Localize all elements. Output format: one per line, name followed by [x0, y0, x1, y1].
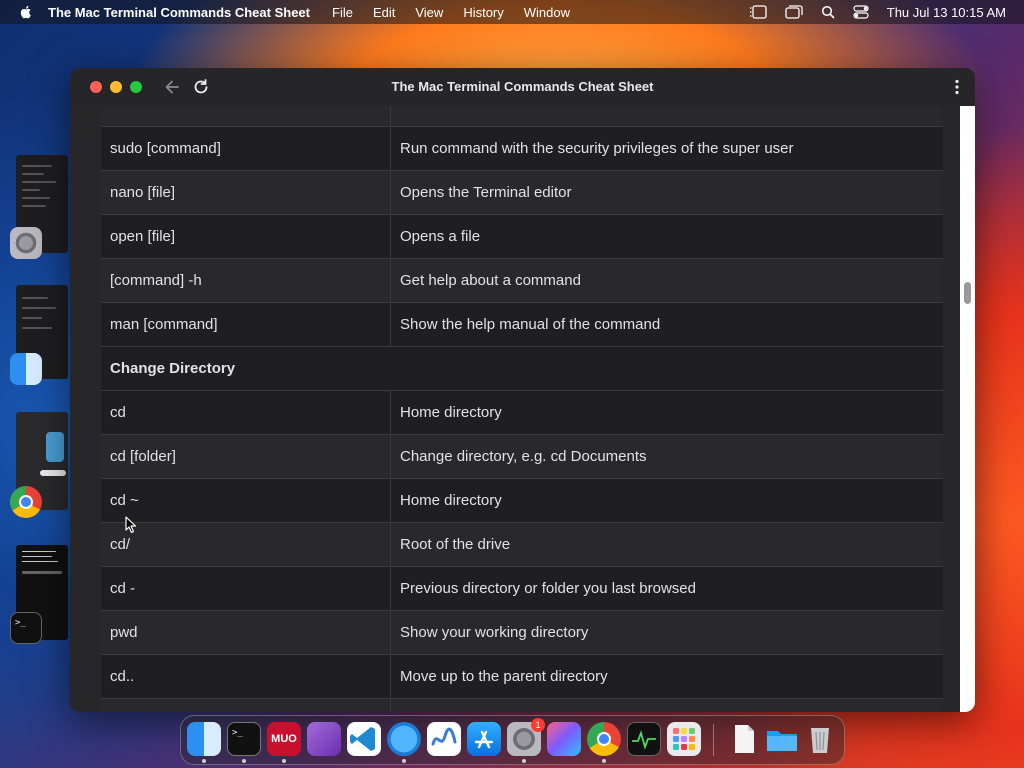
window-title: The Mac Terminal Commands Cheat Sheet — [391, 79, 654, 94]
table-row: open [file] Opens a file — [101, 214, 943, 259]
more-options-icon[interactable] — [948, 78, 966, 96]
muo-app-icon[interactable]: MUO — [267, 722, 301, 756]
section-header-row: Change Directory — [101, 346, 943, 391]
vscode-icon[interactable] — [347, 722, 381, 756]
page-content: sudo [command] Run command with the secur… — [70, 106, 960, 712]
table-row: cd Home directory — [101, 390, 943, 435]
description-cell: Home directory — [390, 478, 943, 523]
stage-manager-icon[interactable] — [749, 5, 767, 19]
description-cell: Root of the drive — [390, 522, 943, 567]
table-row: cd - Previous directory or folder you las… — [101, 566, 943, 611]
activity-monitor-icon[interactable] — [627, 722, 661, 756]
description-cell: Home directory — [390, 390, 943, 435]
command-cell: cd [folder] — [101, 434, 391, 479]
trash-icon[interactable] — [803, 722, 837, 756]
description-cell: Run command with the security privileges… — [390, 126, 943, 171]
command-cell: cd — [101, 390, 391, 435]
chrome-icon[interactable] — [587, 722, 621, 756]
table-row: pwd Show your working directory — [101, 610, 943, 655]
description-cell — [390, 698, 943, 712]
description-cell — [390, 106, 943, 127]
menu-clock[interactable]: Thu Jul 13 10:15 AM — [887, 5, 1006, 20]
menu-view[interactable]: View — [415, 5, 443, 20]
command-cell: [command] -h — [101, 258, 391, 303]
description-cell: Show your working directory — [390, 610, 943, 655]
terminal-icon[interactable]: >_ — [227, 722, 261, 756]
table-row: cd [folder] Change directory, e.g. cd Doc… — [101, 434, 943, 479]
table-row: [command] -h Get help about a command — [101, 258, 943, 303]
command-cell: cd/ — [101, 522, 391, 567]
command-cell: cd ~ — [101, 478, 391, 523]
dock: >_ MUO 1 — [180, 715, 845, 765]
scrollbar-thumb[interactable] — [964, 282, 971, 304]
search-icon[interactable] — [821, 5, 835, 19]
app-store-icon[interactable] — [467, 722, 501, 756]
apple-icon[interactable] — [18, 4, 34, 20]
section-title: Change Directory — [101, 346, 943, 391]
system-settings-icon[interactable] — [10, 227, 42, 259]
table-row: cd/Root of the drive — [101, 522, 943, 567]
running-indicator — [202, 759, 206, 763]
running-indicator — [242, 759, 246, 763]
menu-file[interactable]: File — [332, 5, 353, 20]
description-cell: Show the help manual of the command — [390, 302, 943, 347]
description-cell: Previous directory or folder you last br… — [390, 566, 943, 611]
table-row: sudo [command] Run command with the secur… — [101, 126, 943, 171]
shortcuts-icon[interactable] — [547, 722, 581, 756]
browser-window: The Mac Terminal Commands Cheat Sheet su… — [70, 68, 975, 712]
command-cell: cd - — [101, 566, 391, 611]
visual-studio-icon[interactable] — [307, 722, 341, 756]
menu-edit[interactable]: Edit — [373, 5, 395, 20]
running-indicator — [522, 759, 526, 763]
command-cell: open [file] — [101, 214, 391, 259]
app-name[interactable]: The Mac Terminal Commands Cheat Sheet — [48, 5, 310, 20]
description-cell: Opens a file — [390, 214, 943, 259]
table-row: cd.. Move up to the parent directory — [101, 654, 943, 699]
muo-label: MUO — [271, 733, 297, 745]
safari-icon[interactable] — [387, 722, 421, 756]
command-cell: pwd — [101, 610, 391, 655]
launchpad-icon[interactable] — [667, 722, 701, 756]
table-row — [101, 698, 943, 712]
window-titlebar: The Mac Terminal Commands Cheat Sheet — [70, 68, 975, 106]
running-indicator — [402, 759, 406, 763]
command-cell — [101, 106, 391, 127]
description-cell: Get help about a command — [390, 258, 943, 303]
screen-mirroring-icon[interactable] — [785, 5, 803, 19]
table-row: man [command] Show the help manual of the… — [101, 302, 943, 347]
description-cell: Change directory, e.g. cd Documents — [390, 434, 943, 479]
commands-table: sudo [command] Run command with the secur… — [101, 106, 943, 712]
running-indicator — [602, 759, 606, 763]
table-row: nano [file] Opens the Terminal editor — [101, 170, 943, 215]
running-indicator — [282, 759, 286, 763]
control-center-icon[interactable] — [853, 5, 869, 19]
command-cell — [101, 698, 391, 712]
finder-icon[interactable] — [10, 353, 42, 385]
description-cell: Opens the Terminal editor — [390, 170, 943, 215]
dock-separator — [713, 724, 714, 756]
menu-bar: The Mac Terminal Commands Cheat Sheet Fi… — [0, 0, 1024, 24]
chrome-icon[interactable] — [10, 486, 42, 518]
mouse-cursor-icon — [125, 516, 137, 534]
document-icon[interactable] — [727, 722, 761, 756]
table-row: cd ~ Home directory — [101, 478, 943, 523]
terminal-icon[interactable]: >_ — [10, 612, 42, 644]
description-cell: Move up to the parent directory — [390, 654, 943, 699]
menu-history[interactable]: History — [463, 5, 503, 20]
notification-badge: 1 — [531, 718, 545, 732]
command-cell: man [command] — [101, 302, 391, 347]
finder-icon[interactable] — [187, 722, 221, 756]
folder-icon[interactable] — [765, 722, 799, 756]
scrollbar-track[interactable] — [960, 106, 975, 712]
command-cell: sudo [command] — [101, 126, 391, 171]
command-cell: nano [file] — [101, 170, 391, 215]
table-row — [101, 106, 943, 127]
menu-window[interactable]: Window — [524, 5, 570, 20]
command-cell: cd.. — [101, 654, 391, 699]
freeform-icon[interactable] — [427, 722, 461, 756]
